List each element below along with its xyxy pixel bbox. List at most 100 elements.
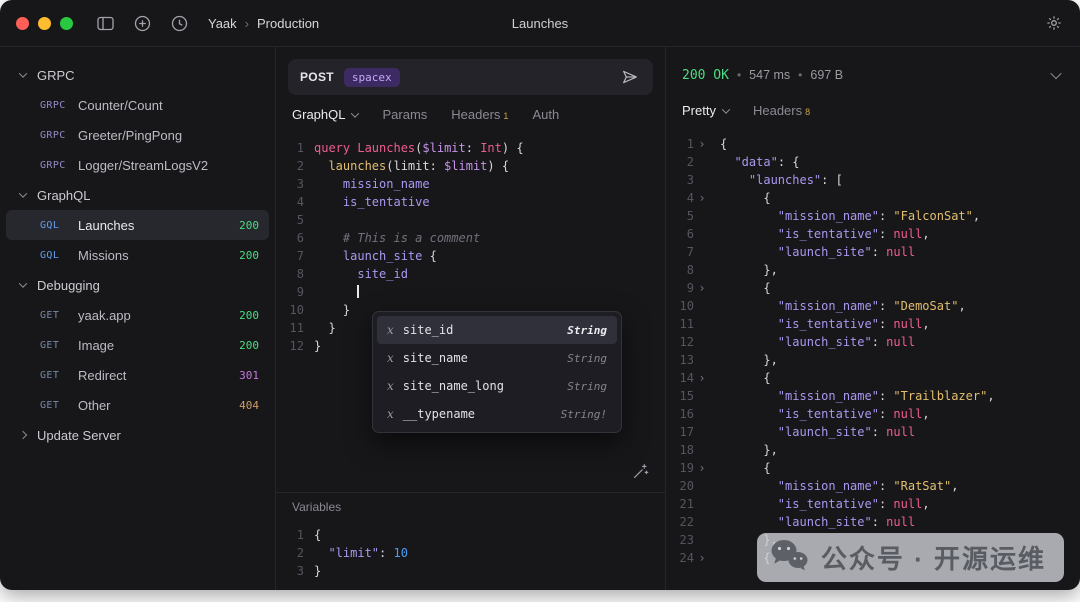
autocomplete-item-site-id[interactable]: xsite_idString [377,316,617,344]
code-line[interactable]: 6 "is_tentative": null, [674,225,1080,243]
code-line[interactable]: 5 "mission_name": "FalconSat", [674,207,1080,225]
sidebar-item-greeter-pingpong[interactable]: GRPCGreeter/PingPong [6,120,269,150]
sidebar-item-redirect[interactable]: GETRedirect301 [6,360,269,390]
magic-wand-format-icon[interactable] [630,461,651,482]
code-line[interactable]: 1›{ [674,135,1080,153]
sidebar-item-yaak-app[interactable]: GETyaak.app200 [6,300,269,330]
code-line[interactable]: 8 site_id [284,265,665,283]
fold-toggle-icon[interactable]: › [694,549,710,567]
minimize-button[interactable] [38,17,51,30]
close-button[interactable] [16,17,29,30]
code-line[interactable]: 8 }, [674,261,1080,279]
sidebar-section-grpc[interactable]: GRPC [0,60,275,90]
autocomplete-item-site-name[interactable]: xsite_nameString [377,344,617,372]
code-line[interactable]: 9› { [674,279,1080,297]
sidebar-section-update-server[interactable]: Update Server [0,420,275,450]
fold-spacer [694,153,710,171]
code-line[interactable]: 4› { [674,189,1080,207]
graphql-editor[interactable]: 1query Launches($limit: Int) {2 launches… [276,131,665,492]
line-number: 10 [284,301,304,319]
sidebar-section-debugging[interactable]: Debugging [0,270,275,300]
tab-graphql[interactable]: GraphQL [292,107,358,122]
fold-toggle-icon[interactable]: › [694,369,710,387]
tab-headers[interactable]: Headers1 [451,107,508,122]
token-red: null [893,497,922,511]
sidebar-item-launches[interactable]: GQLLaunches200 [6,210,269,240]
code-line[interactable]: 4 is_tentative [284,193,665,211]
code-line[interactable]: 18 }, [674,441,1080,459]
code-line[interactable]: 5 [284,211,665,229]
url-bar[interactable]: POST spacex [288,59,653,95]
code-line[interactable]: 3 mission_name [284,175,665,193]
sidebar-item-counter-count[interactable]: GRPCCounter/Count [6,90,269,120]
tab-pretty[interactable]: Pretty [682,103,729,118]
breadcrumb-separator: › [245,16,249,31]
tab-headers[interactable]: Headers8 [753,103,810,118]
code-line[interactable]: 3 "launches": [ [674,171,1080,189]
code-line[interactable]: 22 "launch_site": null [674,513,1080,531]
fold-spacer [694,261,710,279]
request-name: Launches [78,218,239,233]
variables-code-lines[interactable]: 1{2 "limit": 103} [276,518,665,580]
chevron-down-icon [351,109,359,117]
line-number: 6 [284,229,304,247]
code-line[interactable]: 6 # This is a comment [284,229,665,247]
settings-gear-icon[interactable] [1044,13,1064,33]
code-line[interactable]: 21 "is_tentative": null, [674,495,1080,513]
token-pln: { [720,371,771,385]
sidebar-item-missions[interactable]: GQLMissions200 [6,240,269,270]
new-request-plus-icon[interactable] [132,13,153,34]
autocomplete-label: site_id [403,323,454,337]
code-line[interactable]: 11 "is_tentative": null, [674,315,1080,333]
code-line[interactable]: 2 launches(limit: $limit) { [284,157,665,175]
code-line[interactable]: 13 }, [674,351,1080,369]
fold-toggle-icon[interactable]: › [694,189,710,207]
token-vio: site_id [357,267,408,281]
tab-params[interactable]: Params [382,107,427,122]
code-line[interactable]: 12 "launch_site": null [674,333,1080,351]
sidebar-item-logger-streamlogsv2[interactable]: GRPCLogger/StreamLogsV2 [6,150,269,180]
token-pln: , [987,389,994,403]
code-line[interactable]: 7 launch_site { [284,247,665,265]
autocomplete-type: String [567,324,607,337]
code-line[interactable]: 10 "mission_name": "DemoSat", [674,297,1080,315]
code-line[interactable]: 17 "launch_site": null [674,423,1080,441]
code-line[interactable]: 1{ [284,526,665,544]
code-line[interactable]: 16 "is_tentative": null, [674,405,1080,423]
code-line[interactable]: 3} [284,562,665,580]
code-line[interactable]: 2 "limit": 10 [284,544,665,562]
code-text: } [304,337,321,355]
code-line[interactable]: 15 "mission_name": "Trailblazer", [674,387,1080,405]
code-text: "is_tentative": null, [710,315,930,333]
fold-toggle-icon[interactable]: › [694,459,710,477]
send-button[interactable] [619,66,641,88]
autocomplete-item-site-name-long[interactable]: xsite_name_longString [377,372,617,400]
sidebar-item-other[interactable]: GETOther404 [6,390,269,420]
tab-auth[interactable]: Auth [532,107,559,122]
code-line[interactable]: 1query Launches($limit: Int) { [284,139,665,157]
fold-toggle-icon[interactable]: › [694,279,710,297]
code-line[interactable]: 2 "data": { [674,153,1080,171]
code-line[interactable]: 20 "mission_name": "RatSat", [674,477,1080,495]
fold-toggle-icon[interactable]: › [694,135,710,153]
response-pane: 200 OK • 547 ms • 697 B Pretty Headers8 1… [666,47,1080,590]
response-header: 200 OK • 547 ms • 697 B [666,47,1080,91]
sidebar-section-graphql[interactable]: GraphQL [0,180,275,210]
sidebar-toggle-icon[interactable] [95,14,116,33]
response-code-lines[interactable]: 1›{2 "data": {3 "launches": [4› {5 "miss… [666,127,1080,590]
code-line[interactable]: 14› { [674,369,1080,387]
environment-name[interactable]: Production [257,16,319,31]
response-menu-chevron-icon[interactable] [1048,67,1064,83]
sidebar-item-image[interactable]: GETImage200 [6,330,269,360]
clock-icon[interactable] [169,13,190,34]
environment-badge[interactable]: spacex [344,68,400,87]
response-size: 697 B [810,68,843,82]
zoom-button[interactable] [60,17,73,30]
autocomplete-item-typename[interactable]: x__typenameString! [377,400,617,428]
code-line[interactable]: 9 [284,283,665,301]
token-pln: : { [778,155,800,169]
workspace-name[interactable]: Yaak [208,16,237,31]
code-line[interactable]: 7 "launch_site": null [674,243,1080,261]
token-pln: } [314,339,321,353]
code-line[interactable]: 19› { [674,459,1080,477]
